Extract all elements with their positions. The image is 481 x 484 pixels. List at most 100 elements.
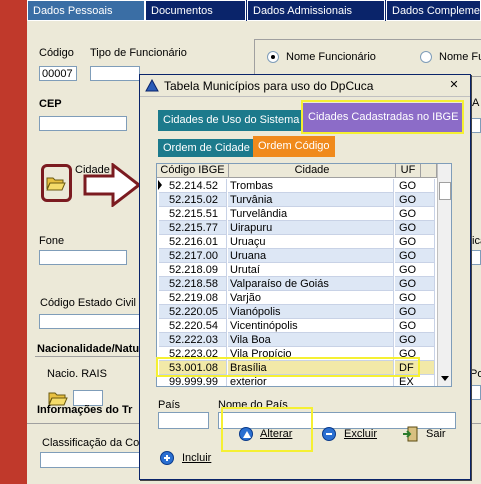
radio-nome-2[interactable] — [420, 51, 432, 63]
cell-uf: GO — [395, 179, 435, 193]
cell-cidade: Urutaí — [228, 263, 394, 277]
table-row[interactable]: 52.215.02 Turvânia GO — [157, 193, 437, 208]
table-row[interactable]: 52.220.54 Vicentinópolis GO — [157, 319, 437, 334]
highlight-box — [301, 100, 464, 134]
cell-codigo: 52.215.77 — [159, 221, 227, 235]
cell-uf: GO — [395, 221, 435, 235]
cell-codigo: 52.222.03 — [159, 333, 227, 347]
ica-label: ica — [472, 235, 481, 247]
tipo-funcionario-field[interactable] — [90, 66, 140, 81]
table-row[interactable]: 52.222.03 Vila Boa GO — [157, 333, 437, 348]
table-row[interactable]: 52.215.77 Uirapuru GO — [157, 221, 437, 236]
left-red-strip — [0, 0, 27, 484]
cell-codigo: 52.215.51 — [159, 207, 227, 221]
table-row[interactable]: 52.218.09 Urutaí GO — [157, 263, 437, 278]
radio-nome-2-label: Nome Fu — [439, 51, 481, 63]
cell-cidade: Uruaçu — [228, 235, 394, 249]
municipios-grid[interactable]: Código IBGE Cidade UF 52.214.52 Trombas GO… — [156, 163, 452, 387]
cell-cidade: Vicentinópolis — [228, 319, 394, 333]
cell-codigo: 52.219.08 — [159, 291, 227, 305]
table-row[interactable]: 52.215.51 Turvelândia GO — [157, 207, 437, 222]
sair-button[interactable]: Sair — [400, 425, 460, 445]
selected-row-highlight — [156, 357, 420, 377]
folder-open-icon[interactable] — [46, 175, 66, 191]
dialog-title: Tabela Municípios para uso do DpCuca — [164, 79, 374, 93]
close-icon[interactable]: ✕ — [446, 78, 462, 93]
informacoes-label: Informações do Tr — [37, 404, 133, 416]
cell-uf: GO — [395, 207, 435, 221]
estado-civil-label: Código Estado Civil — [40, 297, 136, 309]
cell-cidade: Turvelândia — [228, 207, 394, 221]
excluir-button[interactable]: Excluir — [320, 425, 390, 445]
cell-cidade: Vianópolis — [228, 305, 394, 319]
tipo-funcionario-label: Tipo de Funcionário — [90, 47, 187, 59]
table-row[interactable]: 52.220.05 Vianópolis GO — [157, 305, 437, 320]
fone-field[interactable] — [39, 250, 127, 265]
alterar-label: Alterar — [260, 428, 293, 440]
tab-documentos[interactable]: Documentos — [145, 0, 246, 21]
col-uf[interactable]: UF — [396, 164, 421, 178]
col-codigo-ibge[interactable]: Código IBGE — [157, 164, 229, 178]
table-row[interactable]: 52.217.00 Uruana GO — [157, 249, 437, 264]
cell-codigo: 52.216.01 — [159, 235, 227, 249]
cell-cidade: Uruana — [228, 249, 394, 263]
cell-codigo: 52.217.00 — [159, 249, 227, 263]
cell-uf: GO — [395, 235, 435, 249]
alterar-button[interactable]: Alterar — [236, 425, 306, 445]
up-arrow-icon — [239, 427, 253, 441]
tab-ordem-cidade[interactable]: Ordem de Cidade — [158, 139, 253, 157]
radio-nome-funcionario-label: Nome Funcionário — [286, 51, 376, 63]
right-field[interactable] — [471, 118, 481, 133]
pais-field[interactable] — [158, 412, 209, 429]
classificacao-label: Classificação da Co — [42, 437, 140, 449]
grid-scrollbar[interactable] — [437, 164, 451, 386]
cell-codigo: 52.218.58 — [159, 277, 227, 291]
cep-label: CEP — [39, 98, 62, 110]
cell-uf: GO — [395, 319, 435, 333]
cell-cidade: Uirapuru — [228, 221, 394, 235]
cell-cidade: Vila Boa — [228, 333, 394, 347]
sair-label: Sair — [426, 428, 446, 440]
tab-dados-admissionais[interactable]: Dados Admissionais — [247, 0, 385, 21]
cell-uf: GO — [395, 277, 435, 291]
cell-codigo: 52.214.52 — [159, 179, 227, 193]
por-label: Por — [470, 368, 481, 380]
scroll-thumb[interactable] — [439, 182, 451, 200]
cell-codigo: 52.220.54 — [159, 319, 227, 333]
nacio-rais-label: Nacio. RAIS — [47, 368, 107, 380]
cell-cidade: Varjão — [228, 291, 394, 305]
radio-nome-funcionario[interactable] — [267, 51, 279, 63]
plus-icon — [160, 451, 174, 465]
col-cidade[interactable]: Cidade — [229, 164, 396, 178]
table-row[interactable]: 52.218.58 Valparaíso de Goiás GO — [157, 277, 437, 292]
right-field[interactable] — [471, 250, 481, 265]
incluir-button[interactable]: Incluir — [158, 447, 228, 471]
cell-cidade: Valparaíso de Goiás — [228, 277, 394, 291]
pais-label: País — [158, 399, 181, 411]
minus-icon — [322, 427, 336, 441]
cep-field[interactable] — [39, 116, 127, 131]
col-extra — [421, 164, 437, 178]
excluir-label: Excluir — [344, 428, 378, 440]
cell-uf: GO — [395, 193, 435, 207]
classificacao-field[interactable] — [40, 452, 142, 468]
cell-uf: GO — [395, 263, 435, 277]
fone-label: Fone — [39, 235, 65, 247]
cell-cidade: Turvânia — [228, 193, 394, 207]
tab-dados-pessoais[interactable]: Dados Pessoais — [27, 0, 145, 21]
cell-uf: GO — [395, 305, 435, 319]
tab-dados-complementares[interactable]: Dados Complemen — [386, 0, 481, 21]
table-row[interactable]: 52.214.52 Trombas GO — [157, 179, 437, 194]
codigo-field[interactable]: 00007 — [39, 66, 77, 81]
dialog-titlebar: Tabela Municípios para uso do DpCuca ✕ — [140, 75, 470, 97]
table-row[interactable]: 52.216.01 Uruaçu GO — [157, 235, 437, 250]
table-row[interactable]: 52.219.08 Varjão GO — [157, 291, 437, 306]
cell-uf: GO — [395, 333, 435, 347]
cell-codigo: 52.218.09 — [159, 263, 227, 277]
tab-cidades-uso[interactable]: Cidades de Uso do Sistema — [158, 110, 302, 131]
estado-civil-field[interactable] — [39, 314, 141, 329]
tab-ordem-codigo[interactable]: Ordem Código — [253, 136, 335, 157]
incluir-label: Incluir — [182, 452, 212, 464]
row-indicator-icon — [158, 180, 162, 190]
scroll-down-arrow-icon[interactable] — [441, 376, 449, 382]
